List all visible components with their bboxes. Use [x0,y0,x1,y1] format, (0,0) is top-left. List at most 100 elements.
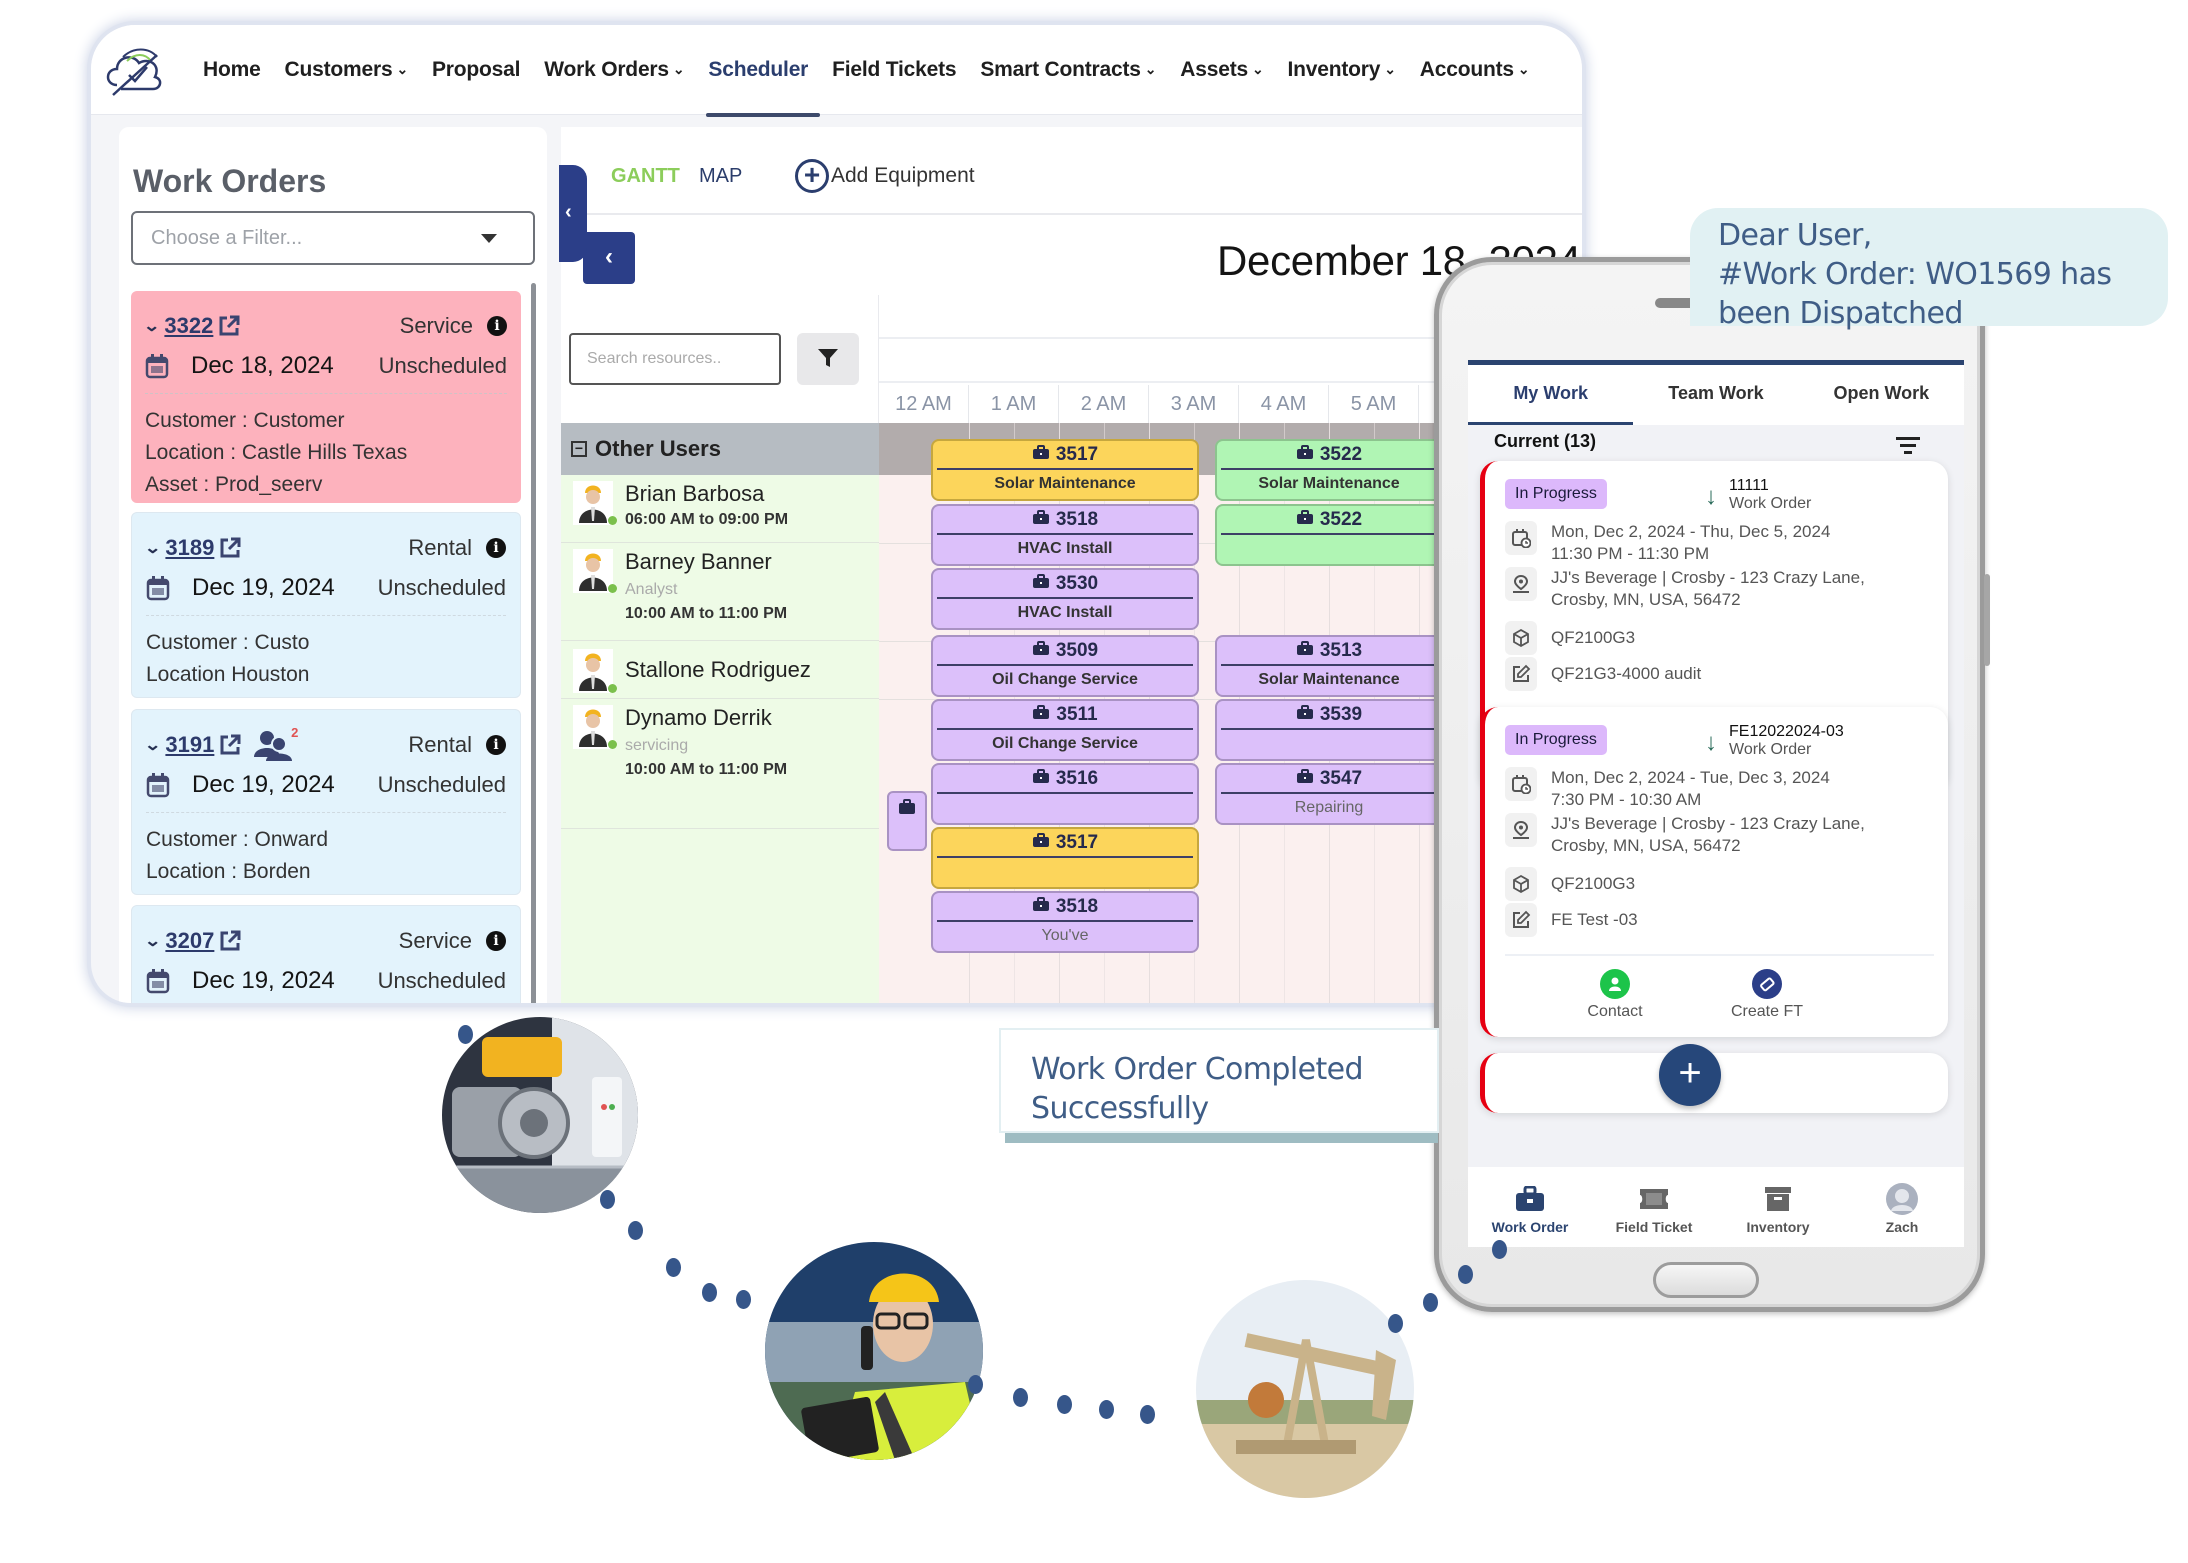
event-overflow-indicator[interactable] [887,791,927,851]
work-order-number-link[interactable]: 3322 [164,313,213,339]
photo-oil-pumpjack [1196,1280,1414,1498]
reference-type: Work Order [1729,495,1812,512]
create-ft-button[interactable]: Create FT [1707,969,1827,1021]
detail-line: Customer : Customer [145,409,345,432]
event-id: 3522 [1319,508,1363,530]
work-order-card[interactable]: ⌄ 3207 Service i Dec 19, 2024 Unscheduled [131,905,521,1003]
external-link-icon[interactable] [218,536,242,560]
info-icon[interactable]: i [486,735,506,755]
sort-filter-icon[interactable] [1894,437,1922,457]
work-order-date-row: Dec 19, 2024 Unscheduled [146,571,506,605]
nav-item-inventory[interactable]: Inventory ⌄ [1276,25,1408,115]
gantt-event-3539[interactable]: 3539 [1215,699,1443,761]
nav-item-smart-contracts[interactable]: Smart Contracts ⌄ [968,25,1168,115]
external-link-icon[interactable] [218,733,242,757]
completion-toast: Work Order Completed Successfully [999,1028,1439,1133]
resource-name: Stallone Rodriguez [625,657,811,682]
expand-chevron-icon[interactable]: ⌄ [144,538,161,558]
bottom-nav-zach[interactable]: Zach [1840,1167,1964,1247]
filter-placeholder: Choose a Filter... [151,226,303,249]
work-order-card[interactable]: ⌄ 3189 Rental i Dec 19, 2024 Unscheduled Custo… [131,512,521,698]
resource-filter-button[interactable] [797,333,859,385]
gantt-event-3522[interactable]: 3522 [1215,504,1443,566]
event-label [933,858,1197,886]
filter-dropdown[interactable]: Choose a Filter... [131,211,535,265]
detail-address2: Crosby, MN, USA, 56472 [1551,836,1741,855]
resource-row[interactable]: Dynamo Derrik servicing 10:00 AM to 11:00 … [561,699,879,829]
nav-item-proposal[interactable]: Proposal [420,25,532,115]
work-order-card[interactable]: ⌄ 3191 2 Rental i Dec 19, 2024 Unscheduled Cust… [131,709,521,895]
gantt-event-3517[interactable]: 3517 Solar Maintenance [931,439,1199,501]
info-icon[interactable]: i [487,316,507,336]
info-icon[interactable]: i [486,931,506,951]
mobile-tab-my-work[interactable]: My Work [1468,365,1634,425]
gantt-event-3547[interactable]: 3547 Repairing [1215,763,1443,825]
gantt-event-3518[interactable]: 3518 HVAC Install [931,504,1199,566]
gantt-event-3509[interactable]: 3509 Oil Change Service [931,635,1199,697]
add-equipment-button[interactable]: + Add Equipment [795,159,975,193]
nav-item-label: Home [203,58,261,81]
search-resources-input[interactable]: Search resources.. [569,333,781,385]
gantt-event-3516[interactable]: 3516 [931,763,1199,825]
expand-chevron-icon[interactable]: ⌄ [144,931,161,951]
phone-home-button[interactable] [1653,1262,1759,1298]
event-header: 3516 [937,765,1193,794]
add-fab-button[interactable]: + [1659,1044,1721,1106]
main-nav: Home Customers ⌄ Proposal Work Orders ⌄ Schedu… [191,25,1542,117]
bottom-nav-inventory[interactable]: Inventory [1716,1167,1840,1247]
previous-day-button[interactable]: ‹ [583,232,635,284]
gantt-event-3530[interactable]: 3530 HVAC Install [931,568,1199,630]
collapse-sidebar-button[interactable]: ‹ [559,165,587,262]
gantt-event-3511[interactable]: 3511 Oil Change Service [931,699,1199,761]
bottom-nav-field-ticket[interactable]: Field Ticket [1592,1167,1716,1247]
online-status-dot [608,684,617,693]
gantt-event-3517[interactable]: 3517 [931,827,1199,889]
nav-item-field-tickets[interactable]: Field Tickets [820,25,968,115]
work-order-number-link[interactable]: 3191 [165,732,214,758]
resource-row[interactable]: Brian Barbosa 06:00 AM to 09:00 PM [561,475,879,543]
gantt-event-3513[interactable]: 3513 Solar Maintenance [1215,635,1443,697]
resource-column: Search resources.. − Other Users Brian B… [561,295,879,1003]
nav-item-home[interactable]: Home [191,25,273,115]
work-orders-scrollbar[interactable] [531,283,536,1003]
company-logo-icon[interactable] [103,43,167,99]
nav-item-assets[interactable]: Assets ⌄ [1168,25,1275,115]
group-row-other-users[interactable]: − Other Users [561,423,879,475]
tab-gantt[interactable]: GANTT [611,165,680,188]
event-label [933,794,1197,822]
external-link-icon[interactable] [218,929,242,953]
mobile-work-order-card[interactable]: In Progress ↓ FE12022024-03 Work Order Mon, … [1480,707,1948,1037]
nav-item-accounts[interactable]: Accounts ⌄ [1408,25,1542,115]
nav-item-work-orders[interactable]: Work Orders ⌄ [532,25,696,115]
contact-button[interactable]: Contact [1555,969,1675,1021]
expand-chevron-icon[interactable]: ⌄ [144,735,161,755]
expand-chevron-icon[interactable]: ⌄ [143,316,160,336]
tab-map[interactable]: MAP [699,165,742,188]
work-order-number-link[interactable]: 3189 [165,535,214,561]
gantt-event-3518[interactable]: 3518 You've [931,891,1199,953]
nav-item-scheduler[interactable]: Scheduler [696,25,820,117]
external-link-icon[interactable] [217,314,241,338]
work-order-reference[interactable]: ↓ FE12022024-03 Work Order [1705,723,1844,759]
mobile-tab-team-work[interactable]: Team Work [1633,365,1798,425]
resource-row[interactable]: Barney Banner Analyst 10:00 AM to 11:00 PM [561,543,879,641]
team-users-icon[interactable]: 2 [254,725,298,761]
event-label: You've [1041,927,1089,944]
event-id: 3517 [1055,443,1099,465]
collapse-group-icon[interactable]: − [571,441,587,457]
connector-dot [1423,1293,1438,1312]
reference-id: 11111 [1729,477,1769,494]
work-order-reference[interactable]: ↓ 11111 Work Order [1705,477,1811,513]
bottom-nav-work-order[interactable]: Work Order [1468,1167,1592,1247]
mobile-screen: My Work Team Work Open Work Current (13) I… [1468,360,1964,1247]
detail-line: Customer : Onward [146,828,329,851]
mobile-tab-open-work[interactable]: Open Work [1799,365,1964,425]
info-icon[interactable]: i [486,538,506,558]
nav-item-customers[interactable]: Customers ⌄ [273,25,420,115]
work-order-number-link[interactable]: 3207 [165,928,214,954]
resource-hours: 10:00 AM to 11:00 PM [625,761,788,778]
work-order-card[interactable]: ⌄ 3322 Service i Dec 18, 2024 Unscheduled Cust… [131,291,521,503]
resource-row[interactable]: Stallone Rodriguez [561,641,879,699]
work-order-date: Dec 19, 2024 [192,771,335,798]
gantt-event-3522[interactable]: 3522 Solar Maintenance [1215,439,1443,501]
